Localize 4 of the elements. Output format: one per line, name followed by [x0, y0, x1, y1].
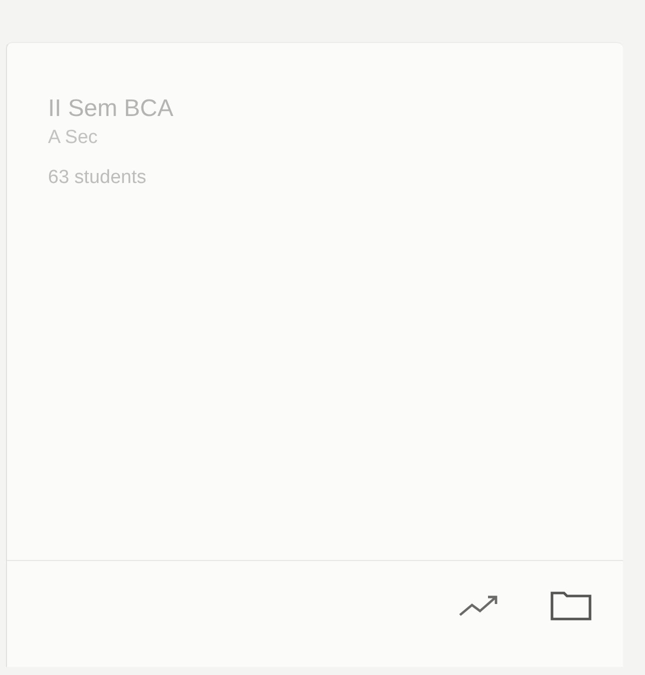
student-count: 63 students [48, 167, 146, 189]
folder-icon[interactable] [550, 589, 592, 621]
class-title[interactable]: II Sem BCA [48, 95, 174, 123]
class-section: A Sec [48, 127, 98, 149]
